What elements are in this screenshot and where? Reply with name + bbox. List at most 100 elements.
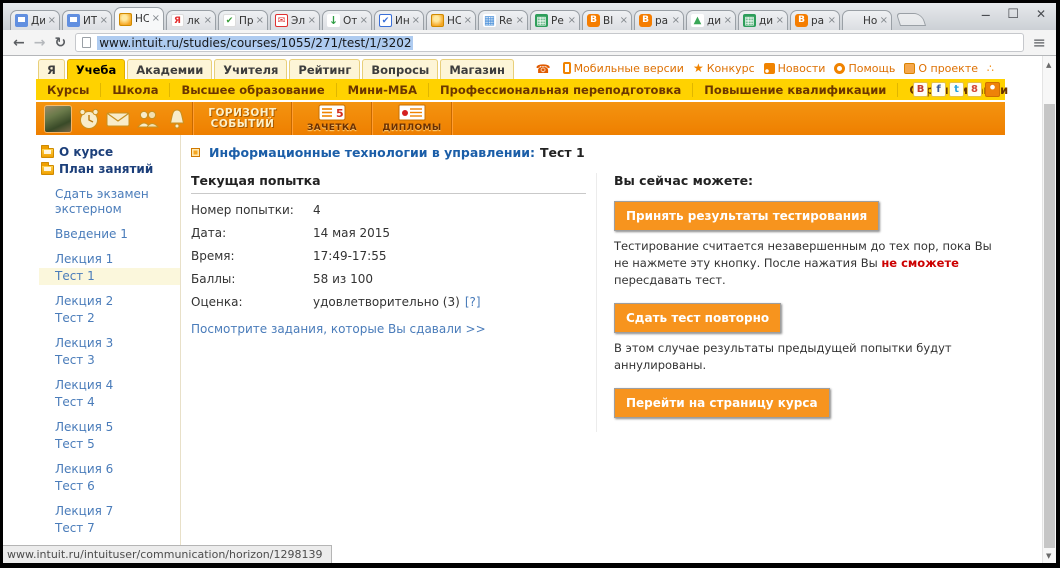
sidebar-link[interactable]: Лекция 3 <box>39 335 180 352</box>
course-title-link[interactable]: Информационные технологии в управлении: <box>209 145 535 160</box>
tab-close-icon[interactable] <box>100 16 108 26</box>
browser-tab[interactable]: Re <box>478 10 528 30</box>
sidebar-link[interactable]: Лекция 4 <box>39 377 180 394</box>
site-nav-item[interactable]: Повышение квалификации <box>692 82 897 97</box>
browser-tab[interactable]: Bl <box>582 10 632 30</box>
browser-tab[interactable]: Пр <box>218 10 268 30</box>
site-nav-item[interactable]: Курсы <box>36 83 100 97</box>
sidebar-folder-link[interactable]: О курсе <box>39 144 180 161</box>
review-tasks-link[interactable]: Посмотрите задания, которые Вы сдавали >… <box>191 322 596 336</box>
browser-tab[interactable]: ра <box>790 10 840 30</box>
people-icon[interactable] <box>135 106 161 132</box>
utility-link[interactable]: О проекте <box>904 62 978 75</box>
scroll-up-arrow-icon[interactable] <box>1046 61 1051 69</box>
utility-link[interactable]: Новости <box>763 62 825 75</box>
site-nav-item[interactable]: Мини-МБА <box>335 82 428 97</box>
site-nav-tab[interactable]: Вопросы <box>362 59 439 79</box>
chrome-menu-icon[interactable] <box>1033 33 1046 52</box>
browser-tab[interactable]: ра <box>634 10 684 30</box>
utility-link[interactable] <box>536 62 554 75</box>
browser-tab[interactable]: Эл <box>270 10 320 30</box>
window-maximize-button[interactable] <box>1007 8 1019 22</box>
utility-link[interactable] <box>987 62 997 75</box>
utility-link[interactable]: Помощь <box>834 62 895 75</box>
sidebar-link[interactable]: Тест 1 <box>39 268 180 285</box>
gradebook-link[interactable]: 5 ЗАЧЕТКА <box>294 104 370 133</box>
tab-close-icon[interactable] <box>568 16 576 26</box>
browser-tab[interactable]: лк <box>166 10 216 30</box>
tab-close-icon[interactable] <box>48 16 56 26</box>
site-nav-tab[interactable]: Учителя <box>214 59 288 79</box>
social-icon[interactable]: В <box>913 82 928 97</box>
sidebar-link[interactable]: Тест 3 <box>39 352 180 369</box>
sidebar-folder-link[interactable]: План занятий <box>39 161 180 178</box>
browser-tab[interactable]: ИТ <box>62 10 112 30</box>
site-nav-tab[interactable]: Учеба <box>66 59 126 79</box>
new-tab-button[interactable] <box>895 13 927 26</box>
site-nav-item[interactable]: Школа <box>100 82 169 97</box>
browser-tab[interactable]: ди <box>738 10 788 30</box>
scrollbar-thumb[interactable] <box>1044 104 1055 548</box>
sidebar-link[interactable]: Тест 2 <box>39 310 180 327</box>
sidebar-link[interactable]: Тест 5 <box>39 436 180 453</box>
tab-close-icon[interactable] <box>620 16 628 26</box>
user-avatar[interactable] <box>45 105 71 132</box>
forward-button[interactable] <box>34 35 46 51</box>
browser-tab[interactable]: Ин <box>374 10 424 30</box>
action-button[interactable]: Принять результаты тестирования <box>614 201 880 231</box>
browser-tab[interactable]: Нова <box>842 10 892 30</box>
tab-close-icon[interactable] <box>360 16 368 26</box>
sidebar-link[interactable]: Введение 1 <box>39 226 180 243</box>
window-minimize-button[interactable] <box>981 8 990 22</box>
diplomas-link[interactable]: ДИПЛОМЫ <box>374 104 450 133</box>
tab-close-icon[interactable] <box>412 16 420 26</box>
bell-icon[interactable] <box>165 106 189 132</box>
sidebar-link[interactable]: Лекция 1 <box>39 251 180 268</box>
browser-tab[interactable]: НС <box>114 7 164 30</box>
url-text[interactable]: www.intuit.ru/studies/courses/1055/271/t… <box>97 35 414 50</box>
sidebar-link[interactable]: Тест 6 <box>39 478 180 495</box>
social-icon[interactable]: t <box>949 82 964 97</box>
grade-help-link[interactable]: [?] <box>465 296 481 309</box>
scroll-down-arrow-icon[interactable] <box>1046 552 1051 560</box>
site-nav-tab[interactable]: Магазин <box>440 59 514 79</box>
tab-close-icon[interactable] <box>308 16 316 26</box>
browser-tab[interactable]: Ди <box>10 10 60 30</box>
action-button[interactable]: Сдать тест повторно <box>614 303 782 333</box>
social-icon[interactable]: f <box>931 82 946 97</box>
sidebar-link[interactable]: Сдать экзамен экстерном <box>39 186 180 218</box>
tab-close-icon[interactable] <box>516 16 524 26</box>
back-button[interactable] <box>13 35 25 51</box>
alarm-clock-icon[interactable] <box>77 106 101 132</box>
browser-tab[interactable]: От <box>322 10 372 30</box>
browser-tab[interactable]: Ре <box>530 10 580 30</box>
tab-close-icon[interactable] <box>256 16 264 26</box>
window-close-button[interactable] <box>1036 8 1046 22</box>
reload-button[interactable] <box>54 35 66 51</box>
tab-close-icon[interactable] <box>672 16 680 26</box>
sidebar-link[interactable]: Лекция 2 <box>39 293 180 310</box>
tab-close-icon[interactable] <box>464 16 472 26</box>
tab-close-icon[interactable] <box>724 16 732 26</box>
sidebar-link[interactable]: Тест 4 <box>39 394 180 411</box>
tab-close-icon[interactable] <box>776 16 784 26</box>
tab-close-icon[interactable] <box>828 16 836 26</box>
tab-close-icon[interactable] <box>204 16 212 26</box>
sidebar-link[interactable]: Лекция 6 <box>39 461 180 478</box>
social-icon[interactable]: 8 <box>967 82 982 97</box>
sidebar-link[interactable]: Тест 7 <box>39 520 180 537</box>
sidebar-link[interactable]: Лекция 7 <box>39 503 180 520</box>
utility-link[interactable]: Конкурс <box>693 61 755 75</box>
browser-tab[interactable]: ди <box>686 10 736 30</box>
site-nav-tab[interactable]: Я <box>38 59 65 79</box>
utility-link[interactable]: Мобильные версии <box>562 62 684 75</box>
address-bar[interactable]: www.intuit.ru/studies/courses/1055/271/t… <box>75 33 1024 52</box>
page-scrollbar[interactable] <box>1042 56 1056 563</box>
mail-envelope-icon[interactable] <box>105 106 131 132</box>
tab-close-icon[interactable] <box>152 14 160 24</box>
social-icon[interactable] <box>985 82 1000 97</box>
sidebar-link[interactable]: Лекция 5 <box>39 419 180 436</box>
tab-close-icon[interactable] <box>880 16 888 26</box>
site-nav-tab[interactable]: Рейтинг <box>289 59 361 79</box>
site-nav-item[interactable]: Высшее образование <box>169 82 335 97</box>
